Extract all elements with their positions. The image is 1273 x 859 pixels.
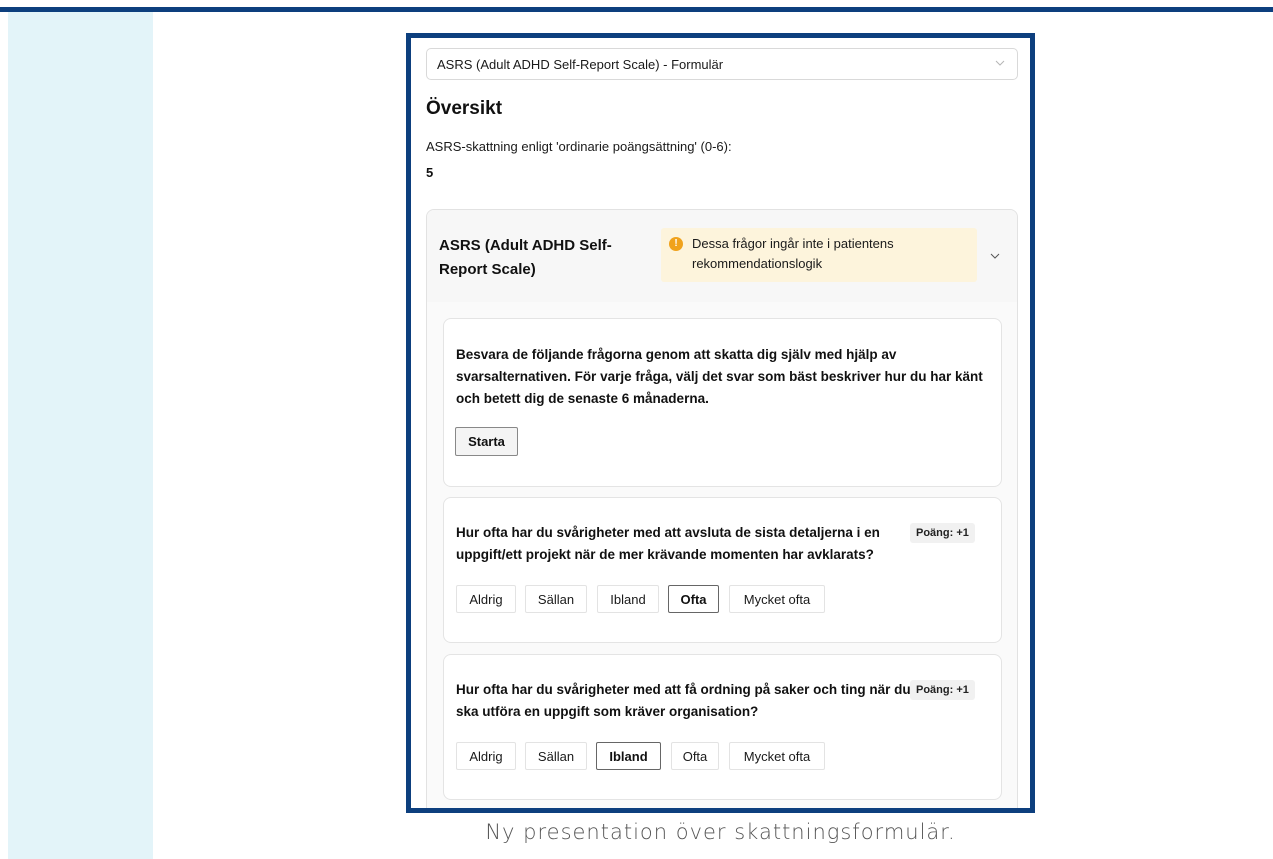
points-badge: Poäng: +1 bbox=[910, 680, 975, 700]
side-panel bbox=[8, 12, 153, 859]
page-title: Översikt bbox=[426, 98, 503, 119]
accordion-title: ASRS (Adult ADHD Self-Report Scale) bbox=[439, 237, 612, 278]
option-mycket-ofta[interactable]: Mycket ofta bbox=[729, 742, 825, 770]
option-mycket-ofta[interactable]: Mycket ofta bbox=[729, 585, 825, 613]
warning-text: Dessa frågor ingår inte i patientens rek… bbox=[692, 236, 894, 271]
warning-icon: ! bbox=[669, 237, 683, 251]
accordion-body: Besvara de följande frågorna genom att s… bbox=[427, 302, 1017, 808]
score-value: 5 bbox=[426, 165, 434, 180]
form-view: ASRS (Adult ADHD Self-Report Scale) - Fo… bbox=[411, 38, 1030, 808]
question-text: Hur ofta har du svårigheter med att få o… bbox=[456, 682, 911, 719]
accordion-header[interactable]: ASRS (Adult ADHD Self-Report Scale) ! De… bbox=[427, 210, 1017, 302]
option-ibland[interactable]: Ibland bbox=[597, 585, 659, 613]
option-sallan[interactable]: Sällan bbox=[525, 742, 587, 770]
question-card: Hur ofta har du svårigheter med att få o… bbox=[443, 654, 1002, 800]
start-button[interactable]: Starta bbox=[455, 427, 518, 456]
question-text: Hur ofta har du svårigheter med att avsl… bbox=[456, 525, 880, 562]
form-select-dropdown[interactable]: ASRS (Adult ADHD Self-Report Scale) - Fo… bbox=[426, 48, 1018, 80]
figure-caption: Ny presentation över skattningsformulär. bbox=[485, 820, 956, 844]
screenshot-frame: ASRS (Adult ADHD Self-Report Scale) - Fo… bbox=[406, 33, 1035, 813]
option-aldrig[interactable]: Aldrig bbox=[456, 585, 516, 613]
option-ofta[interactable]: Ofta bbox=[671, 742, 719, 770]
option-ibland[interactable]: Ibland bbox=[596, 742, 661, 770]
form-select-value: ASRS (Adult ADHD Self-Report Scale) - Fo… bbox=[437, 56, 724, 72]
intro-text: Besvara de följande frågorna genom att s… bbox=[456, 347, 983, 406]
option-aldrig[interactable]: Aldrig bbox=[456, 742, 516, 770]
chevron-down-icon[interactable] bbox=[989, 250, 1001, 262]
points-badge: Poäng: +1 bbox=[910, 523, 975, 543]
option-sallan[interactable]: Sällan bbox=[525, 585, 587, 613]
intro-card: Besvara de följande frågorna genom att s… bbox=[443, 318, 1002, 487]
chevron-down-icon bbox=[995, 60, 1005, 66]
score-label: ASRS-skattning enligt 'ordinarie poängsä… bbox=[426, 139, 732, 154]
top-accent-bar bbox=[0, 7, 1273, 12]
asrs-accordion: ASRS (Adult ADHD Self-Report Scale) ! De… bbox=[426, 209, 1018, 808]
warning-banner: ! Dessa frågor ingår inte i patientens r… bbox=[661, 228, 977, 282]
question-card: Hur ofta har du svårigheter med att avsl… bbox=[443, 497, 1002, 643]
option-ofta[interactable]: Ofta bbox=[668, 585, 719, 613]
